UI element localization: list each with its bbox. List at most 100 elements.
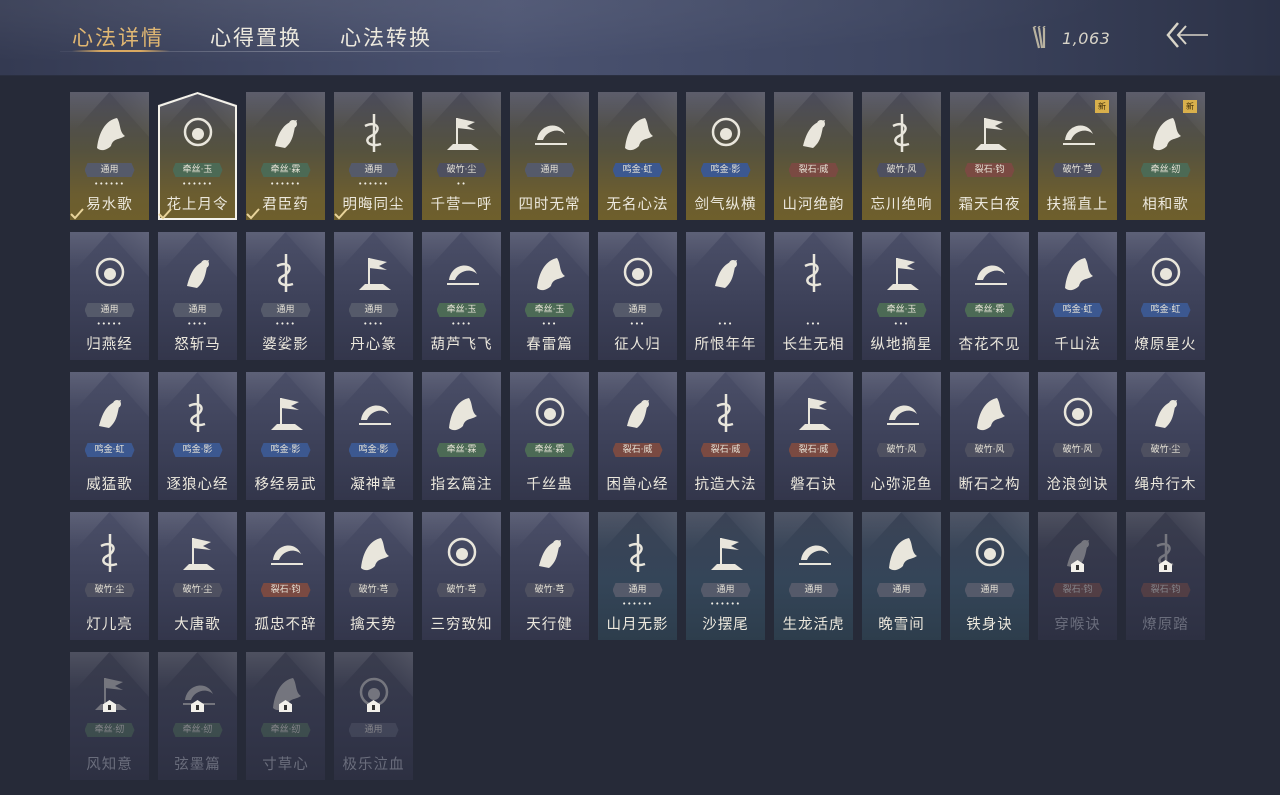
card-level-dots: •• (456, 180, 467, 188)
xinfa-card[interactable]: 鸣金·影 凝神章 (334, 372, 413, 500)
card-name: 极乐泣血 (342, 757, 405, 773)
xinfa-card[interactable]: 破竹·芎 天行健 (510, 512, 589, 640)
xinfa-card[interactable]: 通用 极乐泣血 (334, 652, 413, 780)
card-type-badge: 破竹·芎 (348, 583, 399, 597)
xinfa-card[interactable]: 通用 •••• 婆娑影 (246, 232, 325, 360)
xinfa-card[interactable]: 通用 •••• 丹心篆 (334, 232, 413, 360)
bell-icon (705, 390, 747, 436)
xinfa-card[interactable]: ••• 长生无相 (774, 232, 853, 360)
xinfa-card[interactable]: 裂石·钧 孤忠不辞 (246, 512, 325, 640)
xinfa-card[interactable]: 通用 •••••• 山月无影 (598, 512, 677, 640)
card-type-badge: 牵丝·霖 (964, 303, 1015, 317)
card-name: 扶摇直上 (1046, 197, 1109, 213)
card-level-dots: ••• (541, 320, 558, 328)
xinfa-card[interactable]: 牵丝·玉 •••••• 花上月令 (158, 92, 237, 220)
xinfa-card[interactable]: 通用 •••••• 沙摆尾 (686, 512, 765, 640)
card-name: 心弥泥鱼 (870, 477, 933, 493)
card-type-badge: 鸣金·虹 (1140, 303, 1191, 317)
star-swirl-icon (881, 250, 923, 296)
armor-icon (265, 390, 307, 436)
xinfa-card[interactable]: 破竹·芎 扶摇直上 新 (1038, 92, 1117, 220)
xinfa-card[interactable]: 裂石·威 抗造大法 (686, 372, 765, 500)
xinfa-card[interactable]: 鸣金·虹 威猛歌 (70, 372, 149, 500)
card-name: 怒斩马 (174, 337, 221, 353)
card-name: 沙摆尾 (702, 617, 749, 633)
back-button[interactable] (1164, 20, 1210, 50)
xinfa-card[interactable]: 通用 •••• 怒斩马 (158, 232, 237, 360)
tab-xinde-exchange[interactable]: 心得置换 (210, 22, 302, 52)
xinfa-card[interactable]: 通用 四时无常 (510, 92, 589, 220)
tab-xinfa-convert[interactable]: 心法转换 (340, 22, 432, 52)
xinfa-card[interactable]: 破竹·风 断石之构 (950, 372, 1029, 500)
dragon-icon (1145, 110, 1187, 156)
xinfa-card[interactable]: 破竹·尘 •• 千营一呼 (422, 92, 501, 220)
xinfa-card[interactable]: 鸣金·影 移经易武 (246, 372, 325, 500)
xinfa-card[interactable]: 鸣金·虹 燎原星火 (1126, 232, 1205, 360)
xinfa-card[interactable]: 裂石·威 困兽心经 (598, 372, 677, 500)
xinfa-card[interactable]: 破竹·尘 大唐歌 (158, 512, 237, 640)
xinfa-card[interactable]: 裂石·钧 霜天白夜 (950, 92, 1029, 220)
xinfa-card[interactable]: 裂石·钧 穿喉诀 (1038, 512, 1117, 640)
umbrella-icon (529, 530, 571, 576)
card-name: 千营一呼 (430, 197, 493, 213)
xinfa-card[interactable]: 牵丝·纫 相和歌 新 (1126, 92, 1205, 220)
card-name: 山月无影 (606, 617, 669, 633)
xinfa-card[interactable]: 鸣金·影 剑气纵横 (686, 92, 765, 220)
xinfa-card[interactable]: 鸣金·影 逐狼心经 (158, 372, 237, 500)
strongman-icon (969, 530, 1011, 576)
flame-arc-icon (1145, 250, 1187, 296)
xinfa-card[interactable]: 牵丝·纫 风知意 (70, 652, 149, 780)
xinfa-card[interactable]: 牵丝·纫 寸草心 (246, 652, 325, 780)
card-name: 风知意 (86, 757, 133, 773)
card-type-badge: 通用 (84, 163, 135, 177)
card-name: 困兽心经 (606, 477, 669, 493)
xinfa-card[interactable]: 牵丝·玉 ••• 纵地摘星 (862, 232, 941, 360)
card-name: 灯儿亮 (86, 617, 133, 633)
card-type-badge: 破竹·风 (964, 443, 1015, 457)
card-name: 春雷篇 (526, 337, 573, 353)
wolf-icon (177, 390, 219, 436)
xinfa-card[interactable]: 鸣金·虹 千山法 (1038, 232, 1117, 360)
xinfa-card[interactable]: 破竹·风 心弥泥鱼 (862, 372, 941, 500)
xinfa-card[interactable]: 通用 生龙活虎 (774, 512, 853, 640)
xinfa-card[interactable]: 牵丝·霖 •••••• 君臣药 (246, 92, 325, 220)
xinfa-card[interactable]: 牵丝·霖 杏花不见 (950, 232, 1029, 360)
card-level-dots: •••••• (182, 180, 213, 188)
card-type-badge: 通用 (788, 583, 839, 597)
card-name: 婆娑影 (262, 337, 309, 353)
comet-icon (353, 250, 395, 296)
xinfa-card[interactable]: 破竹·风 忘川绝响 (862, 92, 941, 220)
xinfa-card[interactable]: 破竹·尘 绳舟行木 (1126, 372, 1205, 500)
xinfa-card[interactable]: 牵丝·玉 •••• 葫芦飞飞 (422, 232, 501, 360)
xinfa-card[interactable]: 牵丝·纫 弦墨篇 (158, 652, 237, 780)
xinfa-card[interactable]: 裂石·威 磐石诀 (774, 372, 853, 500)
card-type-badge: 牵丝·玉 (876, 303, 927, 317)
card-name: 剑气纵横 (694, 197, 757, 213)
xinfa-card[interactable]: 裂石·威 山河绝韵 (774, 92, 853, 220)
xinfa-card[interactable]: 破竹·尘 灯儿亮 (70, 512, 149, 640)
xinfa-card[interactable]: 通用 ••••• 归燕经 (70, 232, 149, 360)
xinfa-card[interactable]: 通用 晚雪间 (862, 512, 941, 640)
xinfa-card[interactable]: ••• 所恨年年 (686, 232, 765, 360)
xinfa-card[interactable]: 通用 •••••• 易水歌 (70, 92, 149, 220)
xinfa-card[interactable]: 牵丝·霖 千丝蛊 (510, 372, 589, 500)
xinfa-card[interactable]: 破竹·芎 三穷致知 (422, 512, 501, 640)
xinfa-card[interactable]: 裂石·钧 燎原踏 (1126, 512, 1205, 640)
card-name: 相和歌 (1142, 197, 1189, 213)
xinfa-card[interactable]: 通用 铁身诀 (950, 512, 1029, 640)
tab-xinfa-details[interactable]: 心法详情 (72, 22, 164, 52)
xinfa-card[interactable]: 牵丝·玉 ••• 春雷篇 (510, 232, 589, 360)
cross-icon (881, 530, 923, 576)
card-name: 生龙活虎 (782, 617, 845, 633)
xinfa-card[interactable]: 牵丝·霖 指玄篇注 (422, 372, 501, 500)
card-name: 忘川绝响 (870, 197, 933, 213)
card-name: 孤忠不辞 (254, 617, 317, 633)
xinfa-card[interactable]: 鸣金·虹 无名心法 (598, 92, 677, 220)
card-name: 丹心篆 (350, 337, 397, 353)
xinfa-card[interactable]: 破竹·芎 擒天势 (334, 512, 413, 640)
moon-mountain-icon (529, 110, 571, 156)
xinfa-card[interactable]: 通用 ••• 征人归 (598, 232, 677, 360)
bow-icon (353, 390, 395, 436)
xinfa-card[interactable]: 通用 •••••• 明晦同尘 (334, 92, 413, 220)
xinfa-card[interactable]: 破竹·风 沧浪剑诀 (1038, 372, 1117, 500)
